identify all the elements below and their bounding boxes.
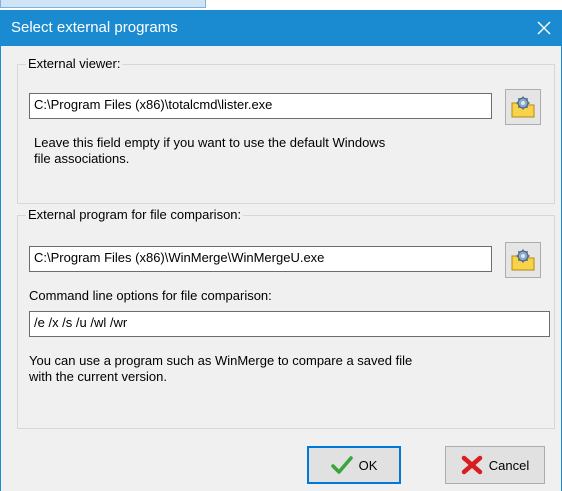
red-x-icon (461, 455, 483, 475)
file-comparison-note-line1: You can use a program such as WinMerge t… (29, 353, 413, 368)
comparison-program-browse-button[interactable] (505, 242, 541, 278)
checkmark-icon (330, 456, 353, 474)
cancel-button-label: Cancel (488, 457, 530, 473)
file-comparison-note: You can use a program such as WinMerge t… (29, 353, 412, 385)
external-viewer-browse-button[interactable] (505, 89, 541, 125)
close-button[interactable] (527, 10, 561, 46)
command-line-options-label: Command line options for file comparison… (29, 288, 272, 303)
dialog-window: Select external programs External viewer… (0, 10, 562, 491)
external-viewer-note: Leave this field empty if you want to us… (34, 135, 385, 167)
cancel-button[interactable]: Cancel (445, 446, 545, 484)
file-comparison-legend: External program for file comparison: (26, 207, 244, 222)
ok-button-label: OK (358, 457, 378, 473)
external-viewer-path-input[interactable]: C:\Program Files (x86)\totalcmd\lister.e… (29, 93, 492, 119)
external-viewer-note-line1: Leave this field empty if you want to us… (34, 135, 386, 150)
file-comparison-group: External program for file comparison: C:… (17, 207, 555, 429)
command-line-options-input[interactable]: /e /x /s /u /wl /wr (29, 311, 550, 337)
close-icon (537, 21, 551, 35)
file-comparison-note-line2: with the current version. (29, 369, 168, 384)
dialog-title: Select external programs (11, 19, 178, 36)
external-viewer-legend: External viewer: (26, 56, 123, 71)
folder-gear-icon (511, 96, 535, 118)
folder-gear-icon (511, 249, 535, 271)
background-window-strip (0, 0, 206, 8)
comparison-program-path-input[interactable]: C:\Program Files (x86)\WinMerge\WinMerge… (29, 246, 492, 272)
external-viewer-group: External viewer: C:\Program Files (x86)\… (17, 56, 555, 204)
external-viewer-note-line2: file associations. (34, 151, 130, 166)
title-bar: Select external programs (1, 10, 561, 46)
ok-button[interactable]: OK (307, 446, 401, 484)
